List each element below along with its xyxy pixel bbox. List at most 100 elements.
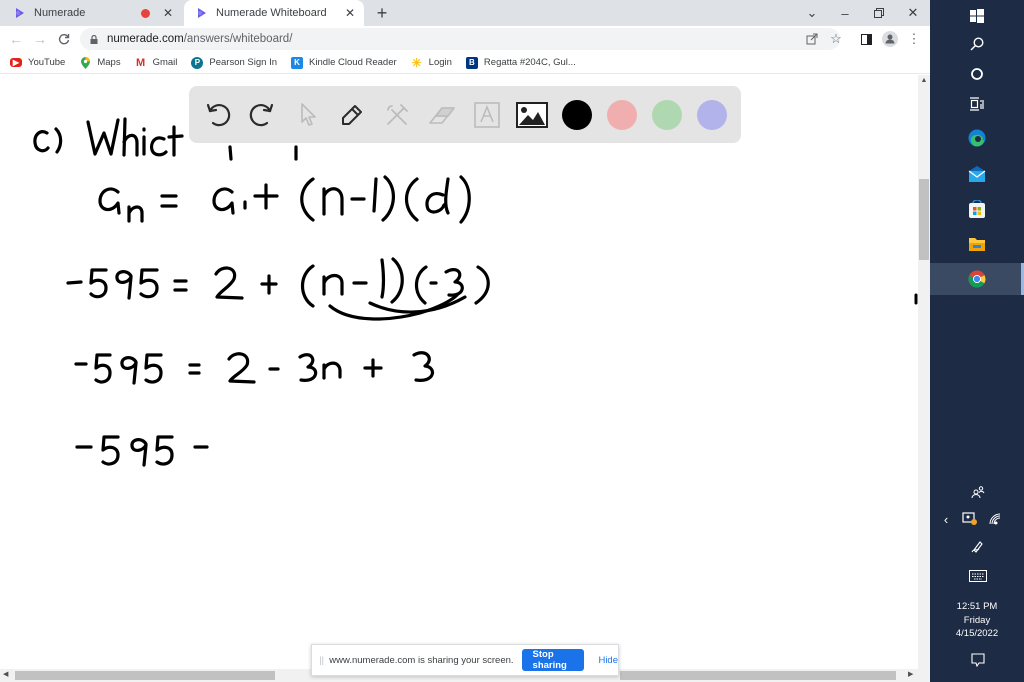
close-tab-icon[interactable]: ✕ [342, 6, 358, 20]
tab-numerade[interactable]: Numerade ✕ [0, 0, 182, 26]
taskbar-edge[interactable] [930, 122, 1024, 154]
kindle-icon: K [291, 56, 303, 69]
text-icon [474, 102, 500, 128]
color-swatch-black[interactable] [562, 100, 592, 130]
close-tab-icon[interactable]: ✕ [160, 6, 176, 20]
gmail-icon: M [135, 56, 146, 69]
clock-day: Friday [963, 614, 991, 626]
scroll-up-icon[interactable]: ▲ [918, 77, 930, 87]
reload-icon[interactable] [54, 29, 74, 49]
clock-time: 12:51 PM [956, 601, 998, 612]
windows-logo-icon [970, 9, 984, 23]
bookmark-kindle[interactable]: K Kindle Cloud Reader [291, 56, 397, 69]
wrench-hammer-icon [387, 104, 408, 125]
redo-button[interactable] [245, 98, 279, 132]
numerade-logo-icon [16, 8, 24, 18]
restore-icon[interactable] [862, 0, 896, 26]
color-swatch-pink[interactable] [607, 100, 637, 130]
hide-button[interactable]: Hide [598, 655, 618, 666]
vertical-scroll-thumb[interactable] [919, 179, 929, 260]
vertical-scrollbar[interactable]: ▲ [918, 75, 930, 669]
windows-taskbar: ‹ [930, 0, 1024, 682]
bookmark-label: Pearson Sign In [209, 57, 277, 68]
scroll-left-icon[interactable]: ◀ [3, 670, 8, 678]
show-hidden-icons-chevron-icon[interactable]: ‹ [936, 509, 956, 529]
stop-sharing-button[interactable]: Stop sharing [521, 649, 585, 671]
taskbar-file-explorer[interactable] [930, 228, 1024, 260]
back-icon[interactable]: ← [6, 29, 26, 49]
bookmark-youtube[interactable]: ▶ YouTube [10, 57, 65, 68]
system-clock[interactable]: 12:51 PM Friday 4/15/2022 [930, 600, 1024, 641]
wifi-icon[interactable] [985, 509, 1005, 529]
search-button[interactable] [930, 28, 1024, 60]
search-icon [970, 37, 984, 51]
edge-icon [968, 129, 986, 147]
new-tab-button[interactable]: + [372, 3, 392, 23]
bookmark-login[interactable]: ✳ Login [411, 55, 452, 70]
horizontal-scroll-thumb-continued[interactable] [620, 671, 896, 680]
image-icon [516, 102, 548, 128]
image-tool-button[interactable] [515, 98, 549, 132]
select-tool-button[interactable] [291, 98, 325, 132]
bookmark-label: Gmail [152, 57, 178, 68]
walmart-icon: ✳ [411, 55, 422, 70]
bookmark-pearson[interactable]: P Pearson Sign In [191, 56, 277, 69]
notification-app-icon[interactable] [960, 509, 980, 529]
undo-icon [206, 103, 231, 127]
taskbar-mail[interactable] [930, 158, 1024, 190]
text-tool-button[interactable] [470, 98, 504, 132]
bookmark-gmail[interactable]: M Gmail [135, 56, 178, 69]
color-swatch-purple[interactable] [697, 100, 727, 130]
share-icon[interactable] [803, 30, 821, 48]
eraser-icon [429, 107, 455, 124]
whiteboard-canvas[interactable] [0, 75, 918, 669]
minimize-icon[interactable]: – [828, 0, 862, 26]
browser-window: Numerade ✕ Numerade Whiteboard ✕ + ⌄ – ✕… [0, 0, 930, 682]
bookmark-label: Maps [97, 57, 121, 68]
handwriting-line-3 [66, 257, 490, 321]
eraser-button[interactable] [425, 98, 459, 132]
bookmark-label: YouTube [28, 57, 66, 68]
horizontal-scroll-thumb[interactable] [15, 671, 275, 680]
whiteboard-toolbar [189, 86, 741, 143]
pen-workspace-icon[interactable] [968, 536, 988, 556]
share-message: www.numerade.com is sharing your screen. [329, 654, 514, 666]
bookmark-label: Login [428, 57, 452, 68]
cortana-button[interactable] [930, 58, 1024, 90]
scroll-right-icon[interactable]: ▶ [908, 670, 913, 678]
action-center-icon[interactable] [968, 650, 988, 670]
task-view-button[interactable] [930, 88, 1024, 120]
bookmark-label: Kindle Cloud Reader [309, 57, 397, 68]
undo-button[interactable] [201, 98, 235, 132]
bookmark-maps[interactable]: Maps [79, 56, 121, 69]
touch-keyboard-icon[interactable] [967, 566, 989, 586]
people-icon[interactable] [968, 482, 988, 502]
close-window-icon[interactable]: ✕ [896, 0, 930, 26]
tools-button[interactable] [380, 98, 414, 132]
handwriting-line-4 [74, 351, 435, 385]
store-icon [969, 200, 985, 218]
tab-strip: Numerade ✕ Numerade Whiteboard ✕ + ⌄ – ✕ [0, 0, 930, 26]
bookmark-regatta[interactable]: B Regatta #204C, Gul... [465, 56, 576, 69]
pen-tool-button[interactable] [335, 98, 369, 132]
menu-kebab-icon[interactable]: ⋮ [905, 30, 923, 48]
pearson-icon: P [191, 56, 204, 69]
handwriting-line-2 [98, 175, 471, 224]
bookmarks-bar: ▶ YouTube Maps M Gmail P Pearson Sign In… [0, 52, 930, 74]
tab-search-icon[interactable]: ⌄ [795, 0, 829, 26]
taskbar-chrome[interactable] [930, 263, 1024, 295]
bookmark-star-icon[interactable]: ☆ [827, 30, 845, 48]
side-panel-icon[interactable] [857, 30, 875, 48]
color-swatch-green[interactable] [652, 100, 682, 130]
bookmark-label: Regatta #204C, Gul... [483, 57, 576, 68]
tab-title: Numerade Whiteboard [216, 7, 327, 19]
tab-numerade-whiteboard[interactable]: Numerade Whiteboard ✕ [184, 0, 364, 26]
file-explorer-icon [969, 238, 985, 251]
profile-avatar-icon[interactable] [881, 30, 899, 48]
forward-icon[interactable]: → [30, 29, 50, 49]
address-bar[interactable]: numerade.com/answers/whiteboard/ [80, 28, 840, 50]
taskbar-store[interactable] [930, 193, 1024, 225]
screen: Numerade ✕ Numerade Whiteboard ✕ + ⌄ – ✕… [0, 0, 1024, 682]
chrome-icon [968, 270, 986, 288]
drag-handle-icon[interactable]: || [316, 655, 327, 665]
